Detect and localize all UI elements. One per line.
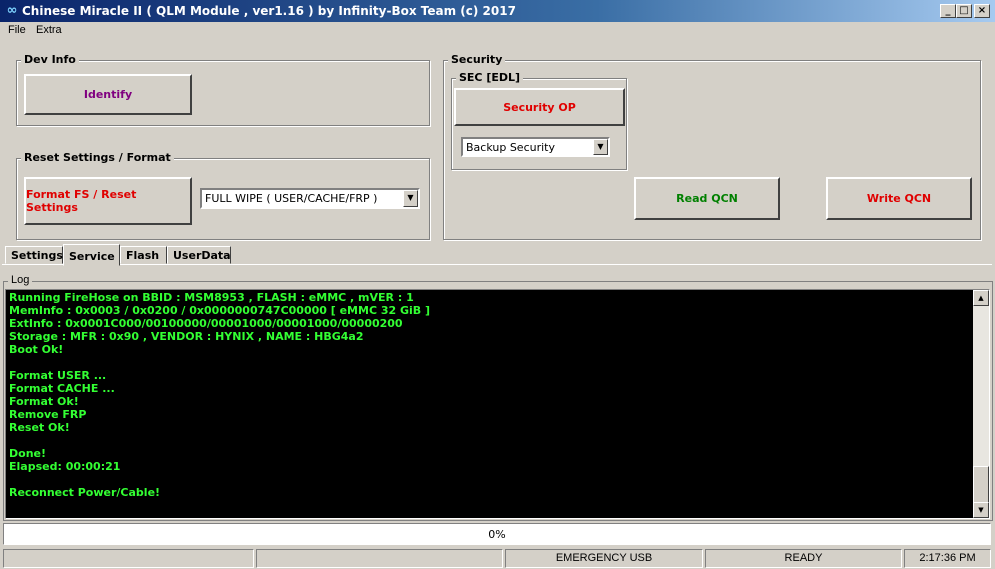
arrow-down-icon[interactable]: ▼ bbox=[973, 502, 989, 518]
dev-info-title: Dev Info bbox=[21, 53, 79, 66]
tab-settings[interactable]: Settings bbox=[5, 246, 63, 264]
log-lines: Running FireHose on BBID : MSM8953 , FLA… bbox=[9, 291, 430, 499]
log-line: Reset Ok! bbox=[9, 421, 70, 434]
minimize-button[interactable]: _ bbox=[940, 4, 956, 18]
progress-text: 0% bbox=[488, 528, 506, 541]
arrow-up-icon[interactable]: ▲ bbox=[973, 290, 989, 306]
tab-service[interactable]: Service bbox=[63, 244, 120, 266]
security-op-value: Backup Security bbox=[466, 141, 555, 154]
menu-file[interactable]: File bbox=[8, 24, 26, 36]
format-reset-button[interactable]: Format FS / Reset Settings bbox=[24, 177, 192, 225]
log-scrollbar[interactable]: ▲ ▼ bbox=[973, 290, 989, 518]
log-line: Reconnect Power/Cable! bbox=[9, 486, 161, 499]
security-title: Security bbox=[448, 53, 506, 66]
log-line: Storage : MFR : 0x90 , VENDOR : HYNIX , … bbox=[9, 330, 364, 343]
wipe-mode-value: FULL WIPE ( USER/CACHE/FRP ) bbox=[205, 192, 378, 205]
identify-button[interactable]: Identify bbox=[24, 74, 192, 115]
scrollbar-thumb[interactable] bbox=[973, 466, 989, 503]
menu-extra[interactable]: Extra bbox=[36, 24, 62, 36]
log-line: Format Ok! bbox=[9, 395, 79, 408]
log-line: Boot Ok! bbox=[9, 343, 64, 356]
write-qcn-button[interactable]: Write QCN bbox=[826, 177, 972, 220]
log-line: Running FireHose on BBID : MSM8953 , FLA… bbox=[9, 291, 414, 304]
title-bar[interactable]: ∞ Chinese Miracle II ( QLM Module , ver1… bbox=[0, 0, 995, 22]
log-line: ExtInfo : 0x0001C000/00100000/00001000/0… bbox=[9, 317, 403, 330]
log-line: MemInfo : 0x0003 / 0x0200 / 0x0000000747… bbox=[9, 304, 431, 317]
status-state: READY bbox=[705, 549, 902, 568]
maximize-button[interactable]: □ bbox=[956, 4, 972, 18]
tab-flash[interactable]: Flash bbox=[120, 246, 167, 264]
log-line: Format CACHE ... bbox=[9, 382, 115, 395]
log-title: Log bbox=[8, 274, 33, 286]
status-panel-2 bbox=[256, 549, 503, 568]
log-line: Remove FRP bbox=[9, 408, 87, 421]
status-panel-1 bbox=[3, 549, 254, 568]
log-line: Format USER ... bbox=[9, 369, 107, 382]
log-line: Done! bbox=[9, 447, 46, 460]
log-output[interactable]: Running FireHose on BBID : MSM8953 , FLA… bbox=[5, 289, 990, 519]
tab-userdata[interactable]: UserData bbox=[167, 246, 231, 264]
status-time: 2:17:36 PM bbox=[904, 549, 991, 568]
infinity-icon: ∞ bbox=[6, 3, 18, 18]
chevron-down-icon[interactable]: ▼ bbox=[593, 139, 608, 155]
reset-format-title: Reset Settings / Format bbox=[21, 151, 174, 164]
wipe-mode-select[interactable]: FULL WIPE ( USER/CACHE/FRP ) ▼ bbox=[200, 188, 420, 209]
tab-strip-line bbox=[2, 264, 992, 265]
status-usb-mode: EMERGENCY USB bbox=[505, 549, 703, 568]
progress-bar: 0% bbox=[3, 523, 991, 545]
window-title: Chinese Miracle II ( QLM Module , ver1.1… bbox=[22, 4, 516, 18]
log-line: Elapsed: 00:00:21 bbox=[9, 460, 121, 473]
close-button[interactable]: × bbox=[974, 4, 990, 18]
security-op-button[interactable]: Security OP bbox=[454, 88, 625, 126]
sec-edl-title: SEC [EDL] bbox=[456, 71, 524, 84]
status-bar: EMERGENCY USB READY 2:17:36 PM bbox=[0, 547, 995, 569]
chevron-down-icon[interactable]: ▼ bbox=[403, 190, 418, 207]
menu-bar: File Extra bbox=[0, 22, 995, 40]
security-op-select[interactable]: Backup Security ▼ bbox=[461, 137, 610, 157]
read-qcn-button[interactable]: Read QCN bbox=[634, 177, 780, 220]
